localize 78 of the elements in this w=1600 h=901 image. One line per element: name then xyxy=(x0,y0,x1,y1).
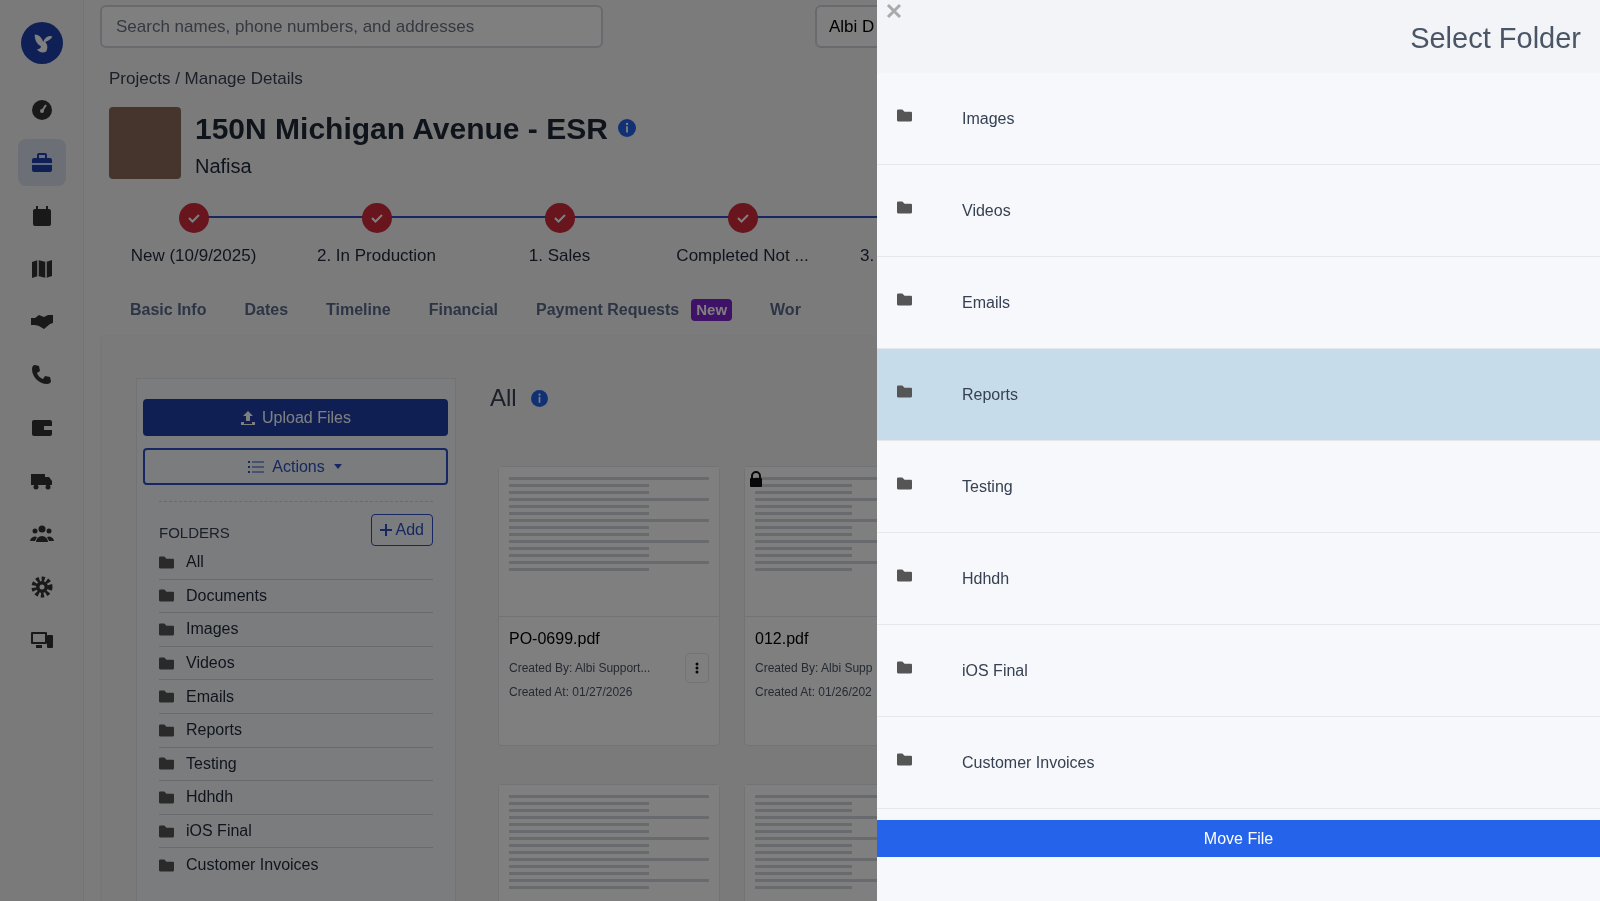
folder-icon xyxy=(897,569,912,582)
step-label: 3. xyxy=(860,244,875,267)
folder-icon xyxy=(897,753,912,766)
folder-item[interactable]: Documents xyxy=(159,579,433,614)
file-created-by: Created By: Albi Support... xyxy=(509,660,651,677)
settings-icon xyxy=(29,574,54,599)
search-field[interactable]: Search names, phone numbers, and addresses xyxy=(100,5,603,48)
folder-item[interactable]: iOS Final xyxy=(159,814,433,849)
breadcrumb: Projects / Manage Details xyxy=(109,68,304,90)
tab[interactable]: Financial xyxy=(428,298,499,322)
folder-option[interactable]: Reports xyxy=(877,349,1600,441)
step-label: Completed Not ... xyxy=(676,244,809,267)
file-card[interactable]: PO-0699.pdf Created By: Albi Support... Created At: 01/27/2026 xyxy=(498,466,720,746)
tab[interactable]: Payment Requests New xyxy=(536,298,733,322)
add-folder-button[interactable]: Add xyxy=(370,514,433,546)
folder-item[interactable]: Videos xyxy=(159,646,433,681)
more-options-icon xyxy=(695,662,699,674)
phone-icon xyxy=(29,362,54,387)
folder-icon xyxy=(159,690,174,704)
folder-icon xyxy=(897,109,912,122)
file-name: PO-0699.pdf xyxy=(509,629,601,649)
folder-icon xyxy=(159,656,174,670)
folder-icon xyxy=(897,661,912,674)
info-icon[interactable] xyxy=(530,389,548,407)
step-label: 1. Sales xyxy=(528,244,591,267)
new-badge: New xyxy=(691,298,733,322)
logo-icon xyxy=(20,22,63,64)
close-icon xyxy=(886,3,902,19)
file-created-at: Created At: 01/27/2026 xyxy=(509,684,634,701)
folder-item[interactable]: Testing xyxy=(159,747,433,782)
actions-button[interactable]: Actions xyxy=(143,448,448,485)
file-created-at: Created At: 01/26/202 xyxy=(755,684,873,701)
folder-icon xyxy=(159,790,174,804)
sidebar-nav-button[interactable] xyxy=(17,139,66,186)
upload-files-button[interactable]: Upload Files xyxy=(143,399,448,436)
project-title: 150N Michigan Avenue - ESR xyxy=(195,110,608,147)
upload-icon xyxy=(240,409,257,426)
plus-icon xyxy=(379,524,392,536)
folder-icon xyxy=(897,201,912,214)
project-photo-placeholder xyxy=(109,107,181,179)
briefcase-icon xyxy=(29,150,54,175)
folder-icon xyxy=(897,477,912,490)
file-name: 012.pdf xyxy=(755,629,810,649)
folder-icon xyxy=(159,858,174,872)
folder-icon xyxy=(159,623,174,636)
tab[interactable]: Basic Info xyxy=(130,298,207,322)
drawer-title: Select Folder xyxy=(1410,21,1581,56)
folder-item[interactable]: Images xyxy=(159,613,433,647)
folder-item[interactable]: Reports xyxy=(159,713,433,748)
tab[interactable]: Dates xyxy=(244,298,289,322)
tab[interactable]: Wor xyxy=(770,298,801,322)
folder-item[interactable]: Hdhdh xyxy=(159,781,433,815)
file-created-by: Created By: Albi Supp xyxy=(755,660,873,677)
folder-heading: All xyxy=(490,383,517,413)
folder-icon xyxy=(159,589,174,603)
folder-icon xyxy=(159,723,174,737)
step-label: New (10/9/2025) xyxy=(130,244,257,267)
step-check-icon xyxy=(544,202,575,233)
folder-icon xyxy=(897,385,912,398)
folder-icon xyxy=(159,824,174,838)
step-label: 2. In Production xyxy=(316,244,437,267)
folders-heading: FOLDERS xyxy=(159,522,230,543)
step-check-icon xyxy=(727,202,758,233)
info-icon[interactable] xyxy=(617,119,636,137)
dashboard-icon xyxy=(29,97,54,122)
folder-item[interactable]: Emails xyxy=(159,680,433,714)
folder-icon xyxy=(159,555,174,569)
project-subtitle: Nafisa xyxy=(195,153,253,179)
step-check-icon xyxy=(361,202,392,233)
folder-icon xyxy=(159,757,174,771)
folder-icon xyxy=(897,293,912,306)
move-file-button[interactable]: Move File xyxy=(877,820,1600,857)
caret-icon xyxy=(332,463,343,470)
folder-item[interactable]: Customer Invoices xyxy=(159,848,433,882)
tab[interactable]: Timeline xyxy=(326,298,391,322)
folder-item[interactable]: All xyxy=(159,546,433,580)
step-check-icon xyxy=(178,202,209,233)
list-icon xyxy=(248,459,265,474)
